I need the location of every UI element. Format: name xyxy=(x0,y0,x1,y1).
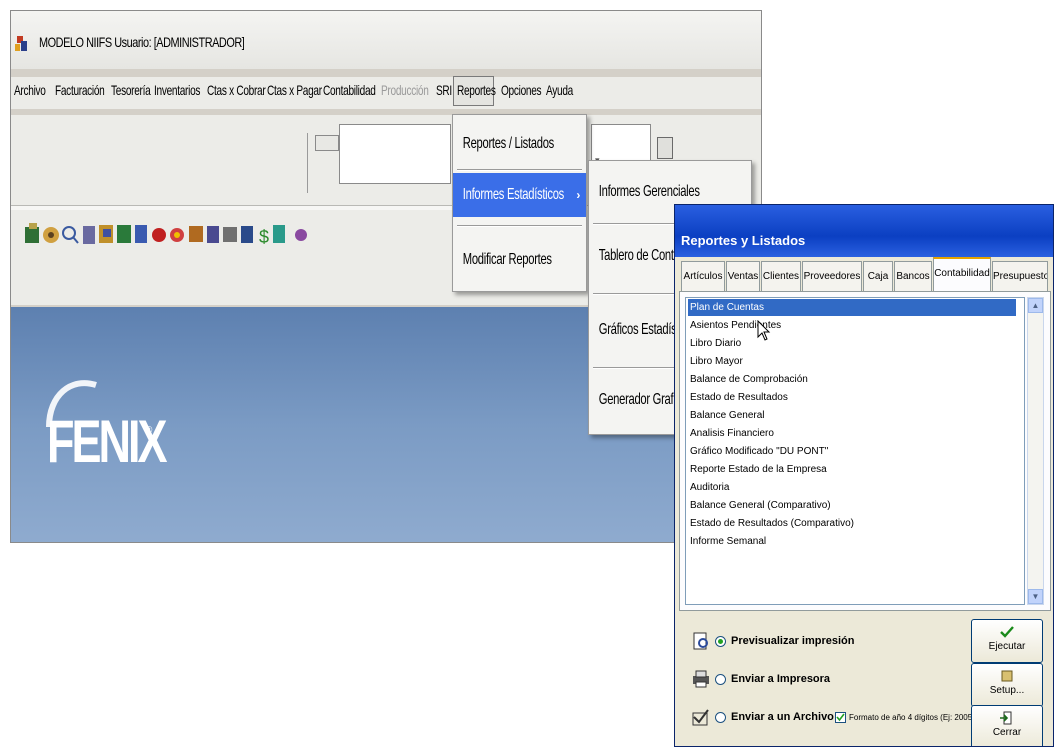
scroll-down-icon[interactable]: ▼ xyxy=(1028,589,1043,604)
toolbar-icon-disc xyxy=(43,227,59,243)
tab-presupuesto[interactable]: Presupuesto xyxy=(992,261,1048,291)
submenu-arrow-icon: › xyxy=(576,188,580,202)
year-format-checkbox[interactable] xyxy=(835,712,846,723)
execute-label: Ejecutar xyxy=(988,641,1026,652)
list-item[interactable]: Reporte Estado de la Empresa xyxy=(688,461,827,478)
nav-buttons-icon[interactable] xyxy=(315,135,339,151)
toolbar-icon-dollar: $ xyxy=(259,227,269,247)
menu-separator xyxy=(457,169,582,171)
menu-item-modificar-reportes[interactable]: Modificar Reportes xyxy=(453,251,586,275)
toolbar-icon-box xyxy=(189,226,203,242)
menu-ctas-pagar[interactable]: Ctas x Pagar xyxy=(267,82,322,98)
list-item[interactable]: Analisis Financiero xyxy=(688,425,774,442)
toolbar-icon-puzzle xyxy=(295,229,307,241)
preview-icon xyxy=(693,632,708,650)
list-item[interactable]: Balance General xyxy=(688,407,765,424)
tab-articulos[interactable]: Artículos xyxy=(681,261,725,291)
tool-button-icon[interactable] xyxy=(657,137,673,159)
menu-opciones[interactable]: Opciones xyxy=(501,82,542,98)
list-item[interactable]: Gráfico Modificado "DU PONT" xyxy=(688,443,828,460)
file-export-icon xyxy=(692,709,709,726)
checkmark-icon xyxy=(836,713,845,722)
list-item[interactable]: Libro Mayor xyxy=(688,353,743,370)
title-bar: MODELO NIIFS Usuario: [ADMINISTRADOR] xyxy=(11,11,761,69)
toolbar-icon-bank xyxy=(223,227,237,242)
menu-item-reportes-listados[interactable]: Reportes / Listados xyxy=(453,135,586,159)
brand-trademark: ® xyxy=(145,425,153,436)
printer-icon xyxy=(693,670,709,688)
toolbar-icon-calendar xyxy=(117,225,131,243)
toolbar-divider xyxy=(307,133,308,193)
close-button[interactable]: Cerrar xyxy=(971,705,1043,746)
reportes-listados-dialog: Reportes y Listados Artículos Ventas Cli… xyxy=(674,204,1054,747)
radio-preview[interactable] xyxy=(715,636,726,647)
option-preview-label: Previsualizar impresión xyxy=(731,635,855,647)
menu-tesoreria[interactable]: Tesorería xyxy=(111,82,151,98)
list-item[interactable]: Estado de Resultados (Comparativo) xyxy=(688,515,854,532)
setup-button[interactable]: Setup... xyxy=(971,663,1043,707)
menu-item-informes-estadisticos[interactable]: Informes Estadísticos › xyxy=(453,173,586,217)
list-item[interactable]: Libro Diario xyxy=(688,335,741,352)
list-item[interactable]: Balance de Comprobación xyxy=(688,371,808,388)
option-file-label: Enviar a un Archivo xyxy=(731,711,834,723)
reportes-dropdown: Reportes / Listados Informes Estadístico… xyxy=(452,114,587,292)
option-printer[interactable]: Enviar a Impresora xyxy=(685,665,965,695)
setup-icon xyxy=(1001,670,1013,682)
tab-proveedores[interactable]: Proveedores xyxy=(802,261,862,291)
svg-text:$: $ xyxy=(259,227,269,247)
tab-contabilidad[interactable]: Contabilidad xyxy=(933,257,991,293)
toolbar-icon-user xyxy=(83,226,95,244)
menu-produccion: Producción xyxy=(381,82,429,98)
list-item[interactable]: Estado de Resultados xyxy=(688,389,788,406)
dialog-title: Reportes y Listados xyxy=(681,233,806,248)
tab-clientes[interactable]: Clientes xyxy=(761,261,801,291)
mouse-cursor-icon xyxy=(757,320,771,341)
menu-separator-2 xyxy=(457,225,582,227)
toolbar-icon-book xyxy=(241,226,253,243)
exit-door-icon xyxy=(1000,711,1012,725)
checkmark-icon xyxy=(1000,626,1014,638)
menu-reportes[interactable]: Reportes xyxy=(457,82,496,98)
menu-ctas-cobrar[interactable]: Ctas x Cobrar xyxy=(207,82,266,98)
list-scrollbar[interactable]: ▲ ▼ xyxy=(1027,297,1044,605)
toolbar-icon-apple xyxy=(152,228,166,242)
toolbar-icon-doc xyxy=(135,225,147,243)
toolbar-icon-tree xyxy=(273,225,285,243)
toolbar-icons: $ xyxy=(25,223,307,247)
list-item[interactable]: Balance General (Comparativo) xyxy=(688,497,831,514)
list-item[interactable]: Informe Semanal xyxy=(688,533,766,550)
menu-facturacion[interactable]: Facturación xyxy=(55,82,105,98)
menu-inventarios[interactable]: Inventarios xyxy=(154,82,200,98)
dialog-title-bar: Reportes y Listados xyxy=(675,205,1053,257)
menu-contabilidad[interactable]: Contabilidad xyxy=(323,82,376,98)
toolbar-icon-chart xyxy=(207,226,219,243)
close-label: Cerrar xyxy=(992,727,1022,738)
option-preview[interactable]: Previsualizar impresión xyxy=(685,627,965,657)
setup-label: Setup... xyxy=(989,685,1025,696)
menu-archivo[interactable]: Archivo xyxy=(14,82,46,98)
toolbar-icon-edit xyxy=(25,223,39,243)
menu-sri[interactable]: SRI xyxy=(436,82,452,98)
brand-logo-text: FENIX xyxy=(47,408,168,475)
scroll-up-icon[interactable]: ▲ xyxy=(1028,298,1043,313)
window-title: MODELO NIIFS Usuario: [ADMINISTRADOR] xyxy=(39,34,245,50)
list-item[interactable]: Plan de Cuentas xyxy=(688,299,1016,316)
option-printer-label: Enviar a Impresora xyxy=(731,673,831,685)
tab-bancos[interactable]: Bancos xyxy=(894,261,932,291)
app-logo-icon xyxy=(15,36,27,51)
toolbar-icon-people xyxy=(99,225,113,243)
report-listbox[interactable]: Plan de Cuentas Asientos Pendientes Libr… xyxy=(685,297,1025,605)
toolbar-icon-search xyxy=(62,226,79,244)
toolbar-input-field[interactable] xyxy=(339,124,451,184)
tab-ventas[interactable]: Ventas xyxy=(726,261,760,291)
menu-ayuda[interactable]: Ayuda xyxy=(546,82,573,98)
execute-button[interactable]: Ejecutar xyxy=(971,619,1043,663)
radio-printer[interactable] xyxy=(715,674,726,685)
radio-file[interactable] xyxy=(715,712,726,723)
output-options: Previsualizar impresión Enviar a Impreso… xyxy=(685,617,965,743)
tab-caja[interactable]: Caja xyxy=(863,261,893,291)
year-format-label: Formato de año 4 dígitos (Ej: 2005) xyxy=(849,713,975,722)
toolbar-icon-flower xyxy=(170,228,184,242)
list-item[interactable]: Auditoria xyxy=(688,479,729,496)
